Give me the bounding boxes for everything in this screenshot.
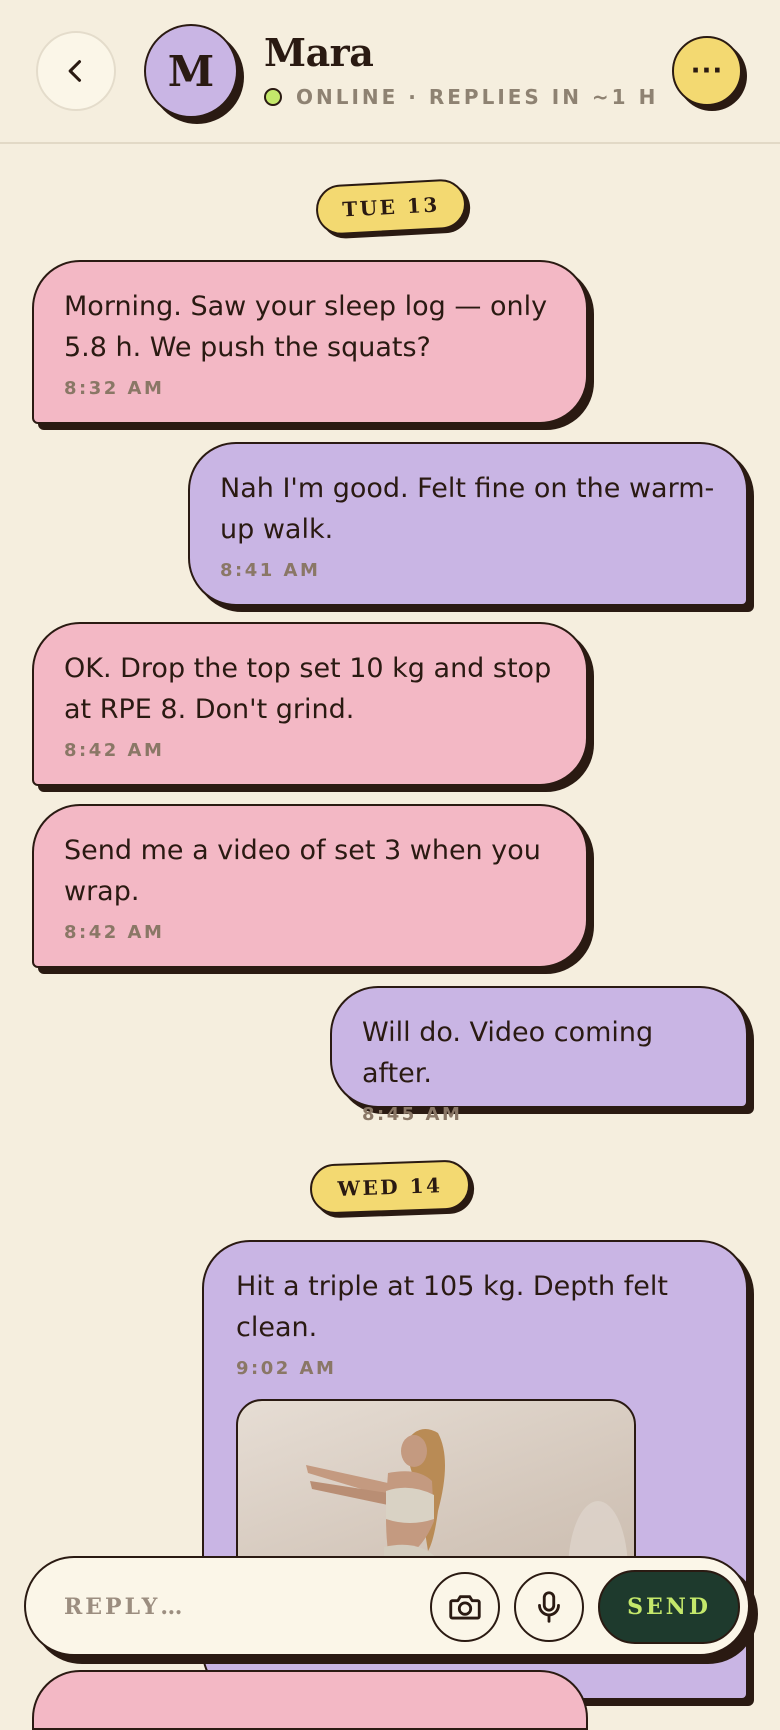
message-bubble-incoming[interactable]: Morning. Saw your sleep log — only 5.8 h… bbox=[32, 260, 588, 424]
reply-composer: SEND bbox=[24, 1556, 750, 1656]
camera-icon bbox=[449, 1595, 481, 1620]
send-label: SEND bbox=[627, 1594, 711, 1620]
more-options-button[interactable]: ··· bbox=[672, 36, 742, 106]
message-time: 8:42 AM bbox=[64, 740, 165, 761]
message-text: Hit a triple at 105 kg. Depth felt clean… bbox=[236, 1271, 668, 1343]
message-bubble-incoming[interactable]: Send me a video of set 3 when you wrap. … bbox=[32, 804, 588, 968]
message-time: 9:02 AM bbox=[236, 1358, 337, 1379]
day-separator: TUE 13 bbox=[314, 178, 468, 236]
camera-button[interactable] bbox=[430, 1572, 500, 1642]
message-text: OK. Drop the top set 10 kg and stop at R… bbox=[64, 653, 552, 725]
contact-name: Mara bbox=[264, 30, 374, 75]
message-time: 8:32 AM bbox=[64, 378, 165, 399]
online-dot-icon bbox=[264, 88, 282, 106]
message-text: Nah I'm good. Felt fine on the warm-up w… bbox=[220, 473, 715, 545]
message-bubble-incoming[interactable]: OK. Drop the top set 10 kg and stop at R… bbox=[32, 622, 588, 786]
message-text: Morning. Saw your sleep log — only 5.8 h… bbox=[64, 291, 548, 363]
message-text: Send me a video of set 3 when you wrap. bbox=[64, 835, 541, 907]
day-label: WED 14 bbox=[337, 1173, 443, 1201]
chevron-left-icon bbox=[68, 60, 82, 82]
message-time: 8:41 AM bbox=[220, 560, 321, 581]
microphone-button[interactable] bbox=[514, 1572, 584, 1642]
status-text: ONLINE · REPLIES IN ~1 H bbox=[296, 85, 659, 109]
message-time: 8:42 AM bbox=[64, 922, 165, 943]
message-text: Will do. Video coming after. bbox=[362, 1017, 654, 1089]
message-bubble-outgoing[interactable]: Will do. Video coming after. 8:45 AM bbox=[330, 986, 748, 1125]
more-dots-icon: ··· bbox=[690, 56, 724, 86]
message-bubble-incoming bbox=[32, 1670, 588, 1730]
message-time: 8:45 AM bbox=[362, 1104, 463, 1125]
contact-status: ONLINE · REPLIES IN ~1 H bbox=[264, 85, 658, 109]
message-bubble-outgoing[interactable]: Nah I'm good. Felt fine on the warm-up w… bbox=[188, 442, 748, 606]
back-button[interactable] bbox=[36, 31, 116, 111]
reply-input[interactable] bbox=[62, 1582, 396, 1632]
microphone-icon bbox=[538, 1591, 560, 1623]
avatar[interactable]: M bbox=[144, 24, 238, 118]
send-button[interactable]: SEND bbox=[598, 1570, 740, 1644]
chat-header: M Mara ONLINE · REPLIES IN ~1 H ··· bbox=[0, 0, 780, 144]
day-label: TUE 13 bbox=[341, 192, 441, 222]
day-separator: WED 14 bbox=[309, 1159, 471, 1215]
